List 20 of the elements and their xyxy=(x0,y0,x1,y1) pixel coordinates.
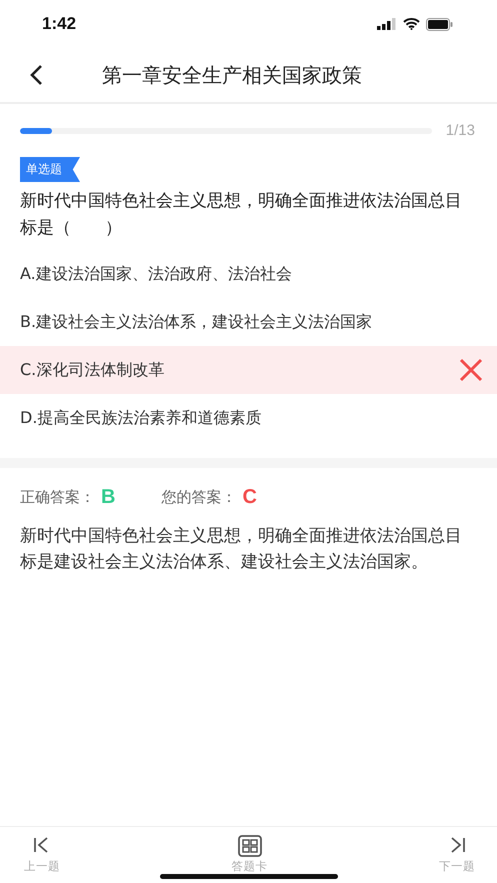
signal-icon xyxy=(377,18,397,30)
explanation-text: 新时代中国特色社会主义思想，明确全面推进依法治国总目标是建设社会主义法治体系、建设社会主义法治国家。 xyxy=(19,525,463,574)
correct-answer: B xyxy=(101,486,116,509)
wifi-icon xyxy=(403,18,420,30)
grid-icon xyxy=(238,835,262,857)
answer-option[interactable]: A.建设法治国家、法治政府、法治社会 xyxy=(0,250,497,298)
your-answer: C xyxy=(242,486,257,509)
your-answer-label: 您的答案： xyxy=(161,488,236,507)
battery-icon xyxy=(426,18,453,30)
cross-icon xyxy=(459,358,483,382)
question-text: 新时代中国特色社会主义思想，明确全面推进依法治国总目标是（ ） xyxy=(19,190,463,240)
progress-count: 1/13 xyxy=(446,122,475,139)
status-time: 1:42 xyxy=(42,14,76,34)
back-icon xyxy=(29,64,43,86)
page-title: 第一章安全生产相关国家政策 xyxy=(102,62,362,88)
answer-option[interactable]: C.深化司法体制改革 xyxy=(0,346,497,394)
answer-option[interactable]: D.提高全民族法治素养和道德素质 xyxy=(0,394,497,442)
answer-option[interactable]: B.建设社会主义法治体系，建设社会主义法治国家 xyxy=(0,298,497,346)
question-type-tag: 单选题 xyxy=(20,157,80,182)
correct-answer-label: 正确答案： xyxy=(20,488,95,507)
